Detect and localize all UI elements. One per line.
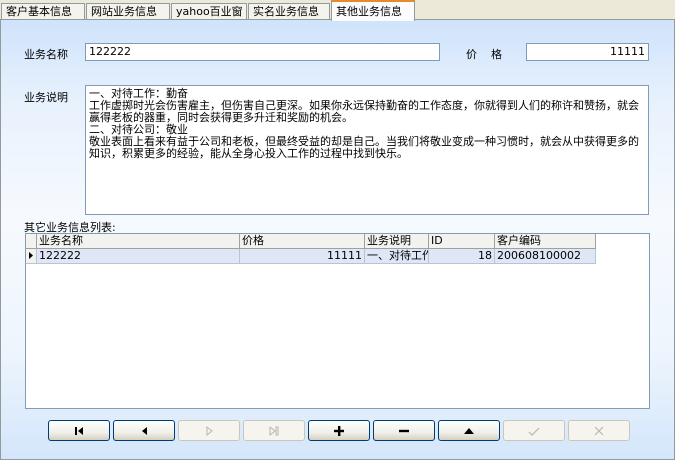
tab-realname-business[interactable]: 实名业务信息 <box>248 3 330 19</box>
delete-button[interactable] <box>373 420 435 441</box>
tab-other-business[interactable]: 其他业务信息 <box>331 0 415 21</box>
edit-icon <box>464 427 474 434</box>
post-button[interactable] <box>503 420 565 441</box>
cancel-button[interactable] <box>568 420 630 441</box>
column-header-price[interactable]: 价格 <box>240 234 365 249</box>
edit-button[interactable] <box>438 420 500 441</box>
next-record-icon <box>206 425 213 436</box>
price-label: 价 格 <box>466 48 502 61</box>
business-list-grid[interactable]: 业务名称 价格 业务说明 ID 客户编码 122222 11111 一、对待工作… <box>25 233 650 409</box>
business-name-label: 业务名称 <box>24 48 68 61</box>
business-desc-textarea[interactable]: 一、对待工作：勤奋 工作虚掷时光会伤害雇主，但伤害自己更深。如果你永远保持勤奋的… <box>85 85 649 215</box>
next-record-button[interactable] <box>178 420 240 441</box>
price-input[interactable]: 11111 <box>526 43 649 61</box>
business-name-input[interactable]: 122222 <box>85 43 440 61</box>
tab-bar: 客户基本信息 网站业务信息 yahoo百业窗 实名业务信息 其他业务信息 <box>0 0 675 21</box>
column-header-desc[interactable]: 业务说明 <box>365 234 429 249</box>
grid-header: 业务名称 价格 业务说明 ID 客户编码 <box>26 234 649 249</box>
cell-id[interactable]: 18 <box>429 249 495 264</box>
last-record-icon <box>269 425 279 436</box>
business-desc-label: 业务说明 <box>24 91 68 104</box>
tab-yahoo[interactable]: yahoo百业窗 <box>171 3 247 19</box>
cancel-icon <box>594 426 604 435</box>
prior-record-button[interactable] <box>113 420 175 441</box>
cell-name[interactable]: 122222 <box>37 249 240 264</box>
insert-button[interactable] <box>308 420 370 441</box>
tab-customer-basic[interactable]: 客户基本信息 <box>1 3 85 19</box>
cell-desc[interactable]: 一、对待工作 <box>365 249 429 264</box>
first-record-button[interactable] <box>48 420 110 441</box>
row-indicator-icon <box>26 249 37 264</box>
cell-code[interactable]: 200608100002 <box>495 249 596 264</box>
column-header-name[interactable]: 业务名称 <box>37 234 240 249</box>
delete-icon <box>399 429 409 432</box>
prior-record-icon <box>142 426 147 435</box>
post-icon <box>528 427 540 436</box>
column-header-code[interactable]: 客户编码 <box>495 234 596 249</box>
cell-price[interactable]: 11111 <box>240 249 365 264</box>
column-header-id[interactable]: ID <box>429 234 495 249</box>
tab-website-business[interactable]: 网站业务信息 <box>86 3 170 19</box>
grid-indicator-header <box>26 234 37 249</box>
table-row[interactable]: 122222 11111 一、对待工作 18 200608100002 <box>26 249 596 264</box>
last-record-button[interactable] <box>243 420 305 441</box>
insert-icon <box>334 425 344 436</box>
first-record-icon <box>75 426 83 435</box>
